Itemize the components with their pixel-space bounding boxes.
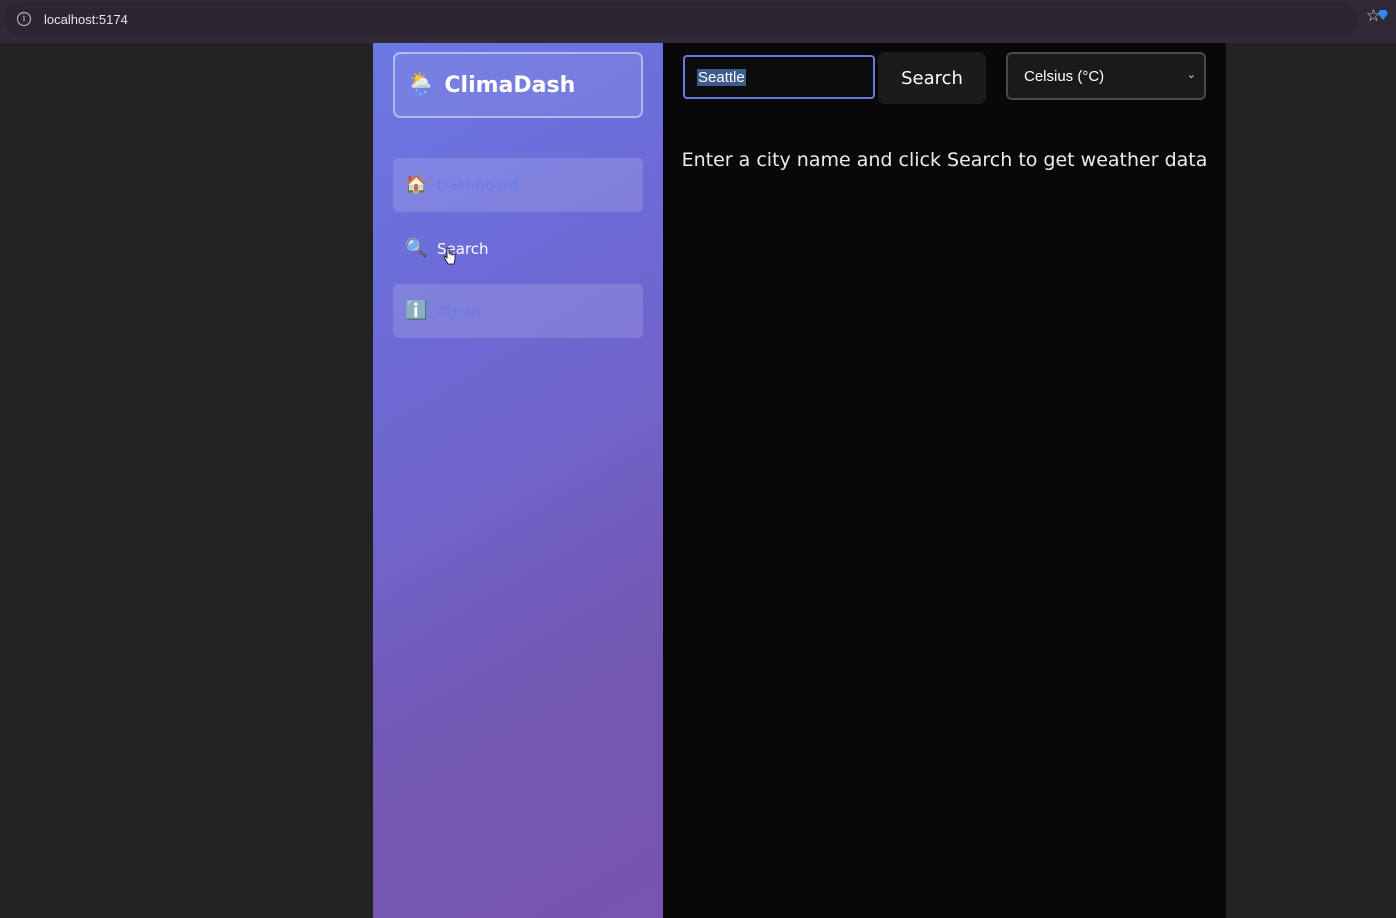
- sidebar-item-search[interactable]: 🔍 Search: [393, 222, 643, 276]
- selected-unit: Celsius (°C): [1024, 67, 1105, 85]
- sidebar-item-dashboard[interactable]: 🏠 Dashboard: [393, 158, 643, 212]
- info-icon: ℹ️: [405, 300, 428, 321]
- city-search-input[interactable]: Seattle: [683, 55, 875, 99]
- main-content: Seattle Search Celsius (°C) ⌄ Enter a ci…: [663, 43, 1226, 918]
- sidebar-item-label: Dashboard: [437, 176, 519, 194]
- page-background-right: [1226, 43, 1396, 918]
- empty-state-message: Enter a city name and click Search to ge…: [681, 149, 1208, 171]
- sidebar-item-about[interactable]: ℹ️ About: [393, 284, 643, 338]
- info-icon[interactable]: i: [17, 12, 31, 26]
- temperature-unit-select[interactable]: Celsius (°C) ⌄: [1006, 52, 1206, 100]
- url-text[interactable]: localhost:5174: [44, 12, 128, 27]
- sidebar-item-label: About: [437, 302, 482, 320]
- chevron-down-icon: ⌄: [1186, 68, 1196, 81]
- search-button[interactable]: Search: [878, 52, 986, 104]
- sidebar: 🌦️ ClimaDash 🏠 Dashboard 🔍 Search ℹ️ Abo…: [373, 43, 663, 918]
- pointer-cursor-icon: [444, 247, 456, 265]
- app-name: ClimaDash: [444, 72, 576, 98]
- sun-behind-rain-cloud-icon: 🌦️: [407, 72, 435, 97]
- page-background-left: [0, 43, 373, 918]
- star-icon[interactable]: ☆: [1366, 8, 1381, 25]
- browser-toolbar: i localhost:5174 ☆: [0, 0, 1396, 43]
- address-bar[interactable]: i localhost:5174: [4, 2, 1358, 36]
- house-icon: 🏠: [405, 174, 428, 195]
- magnifier-icon: 🔍: [405, 238, 428, 259]
- app-logo: 🌦️ ClimaDash: [393, 52, 643, 118]
- search-input-value[interactable]: Seattle: [697, 68, 746, 86]
